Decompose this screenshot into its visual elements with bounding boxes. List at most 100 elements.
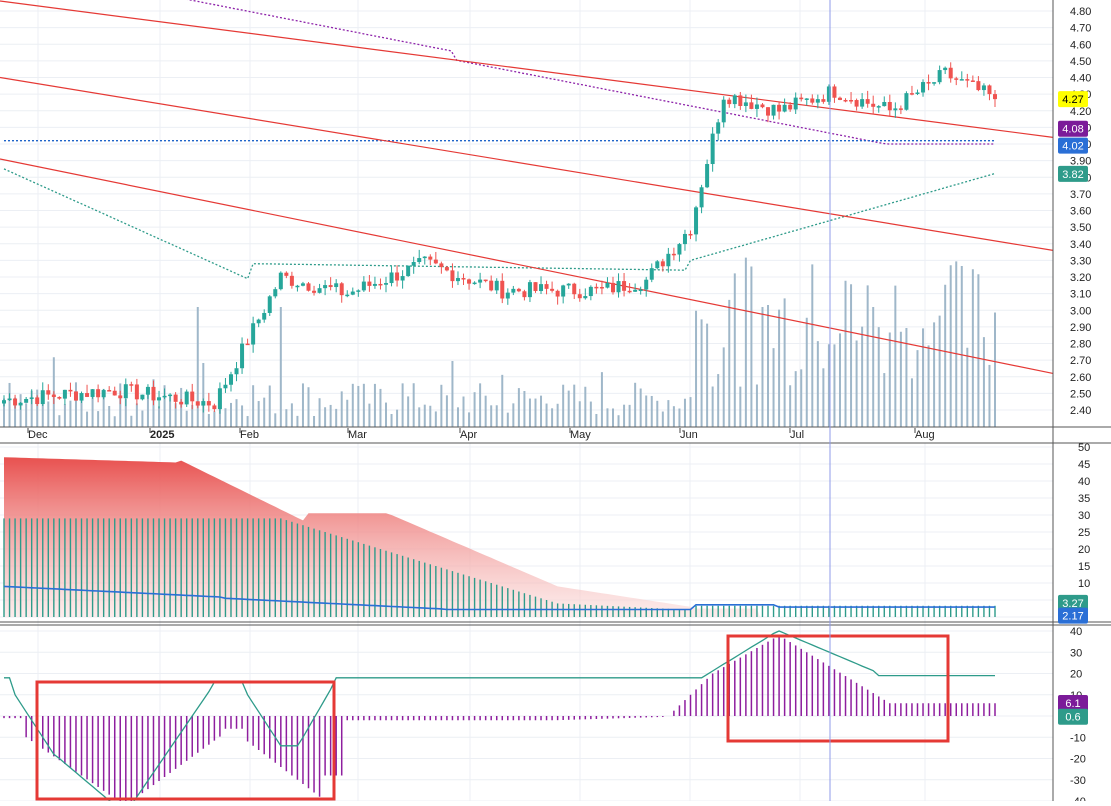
stock-chart-svg[interactable]: 2.40 2.50 2.60 2.70 2.80 2.90 3.00 3.10 3.20 3.30… bbox=[0, 0, 1111, 806]
candle-body bbox=[478, 279, 483, 283]
candle-body bbox=[727, 99, 732, 105]
candle-body bbox=[439, 263, 444, 268]
price-tick-label: 3.50 bbox=[1070, 222, 1091, 234]
candle-body bbox=[909, 93, 914, 95]
ind2-tag-2-label: 0.6 bbox=[1065, 712, 1080, 724]
price-tick-label: 2.50 bbox=[1070, 388, 1091, 400]
candle-body bbox=[865, 99, 870, 104]
candle-body bbox=[500, 280, 505, 299]
candle-body bbox=[140, 394, 145, 400]
ind2-tick-label: -30 bbox=[1070, 775, 1086, 787]
x-tick-label: Aug bbox=[915, 429, 935, 441]
candle-body bbox=[882, 102, 887, 107]
candle-body bbox=[350, 291, 355, 295]
candle-body bbox=[190, 391, 195, 402]
candle-body bbox=[699, 187, 704, 208]
candle-body bbox=[527, 282, 532, 298]
candle-body bbox=[35, 397, 40, 405]
candle-body bbox=[904, 93, 909, 110]
price-tick-label: 3.60 bbox=[1070, 206, 1091, 218]
candle-body bbox=[168, 394, 173, 397]
candle-body bbox=[644, 279, 649, 290]
candle-body bbox=[472, 282, 477, 285]
chart-canvas[interactable]: 2.40 2.50 2.60 2.70 2.80 2.90 3.00 3.10 3.20 3.30… bbox=[0, 0, 1111, 806]
candle-body bbox=[433, 259, 438, 264]
candle-body bbox=[915, 92, 920, 94]
candle-body bbox=[278, 272, 283, 290]
candle-body bbox=[788, 104, 793, 110]
candle-body bbox=[245, 343, 250, 346]
price-tick-label: 4.40 bbox=[1070, 73, 1091, 85]
teal-band bbox=[3, 168, 996, 280]
candle-body bbox=[849, 100, 854, 102]
ind1-tick-label: 50 bbox=[1078, 442, 1090, 454]
candle-body bbox=[195, 401, 200, 406]
candle-body bbox=[339, 283, 344, 296]
candle-body bbox=[837, 97, 842, 100]
candle-body bbox=[738, 95, 743, 106]
band-lines bbox=[3, 0, 996, 280]
candle-body bbox=[151, 386, 156, 401]
ind1-tick-label: 30 bbox=[1078, 510, 1090, 522]
x-tick-label: May bbox=[570, 429, 591, 441]
candle-body bbox=[760, 104, 765, 108]
candle-body bbox=[572, 283, 577, 295]
x-tick-label: Jul bbox=[790, 429, 804, 441]
ind1-tick-label: 20 bbox=[1078, 544, 1090, 556]
x-tick-label: Mar bbox=[348, 429, 367, 441]
candle-body bbox=[90, 389, 95, 397]
candle-body bbox=[24, 398, 29, 403]
candle-body bbox=[732, 95, 737, 105]
candle-body bbox=[561, 285, 566, 297]
candle-body bbox=[682, 233, 687, 245]
candle-body bbox=[312, 290, 317, 293]
candle-body bbox=[96, 389, 101, 398]
candle-body bbox=[173, 394, 178, 402]
candle-body bbox=[921, 82, 926, 93]
candle-body bbox=[2, 400, 6, 404]
candle-body bbox=[7, 398, 12, 401]
candle-body bbox=[799, 97, 804, 100]
candle-body bbox=[251, 323, 256, 345]
candle-body bbox=[306, 283, 311, 291]
candle-body bbox=[539, 284, 544, 292]
candle-body bbox=[522, 291, 527, 298]
candle-body bbox=[234, 368, 239, 375]
candle-body bbox=[444, 267, 449, 271]
candle-body bbox=[62, 389, 67, 399]
candle-body bbox=[273, 289, 278, 297]
candle-body bbox=[516, 288, 521, 292]
candle-body bbox=[267, 296, 272, 313]
candle-body bbox=[162, 395, 167, 398]
candle-body bbox=[605, 282, 610, 288]
candle-body bbox=[694, 207, 699, 235]
trend-line bbox=[0, 158, 1054, 375]
candle-body bbox=[300, 283, 305, 286]
volume-bars bbox=[3, 257, 996, 427]
price-tick-label: 4.20 bbox=[1070, 106, 1091, 118]
candle-body bbox=[57, 397, 62, 399]
ind2-tick-label: -20 bbox=[1070, 754, 1086, 766]
x-tick-label: Dec bbox=[28, 429, 48, 441]
candle-body bbox=[378, 283, 383, 286]
price-tick-label: 3.10 bbox=[1070, 289, 1091, 301]
candle-body bbox=[754, 104, 759, 109]
candle-body bbox=[129, 384, 134, 386]
candle-body bbox=[395, 272, 400, 281]
ind2-tag-1-label: 6.1 bbox=[1065, 698, 1080, 710]
candle-body bbox=[461, 278, 466, 280]
candle-body bbox=[323, 285, 328, 289]
candle-body bbox=[179, 401, 184, 405]
candle-body bbox=[810, 98, 815, 103]
price-tick-label: 3.20 bbox=[1070, 272, 1091, 284]
price-tick-label: 3.00 bbox=[1070, 305, 1091, 317]
ind2-tick-label: -40 bbox=[1070, 796, 1086, 801]
candle-body bbox=[871, 103, 876, 107]
candle-body bbox=[638, 289, 643, 292]
ind1-tick-label: 45 bbox=[1078, 459, 1090, 471]
candle-body bbox=[660, 261, 665, 267]
candle-body bbox=[422, 256, 427, 259]
candle-body bbox=[749, 102, 754, 109]
candle-body bbox=[85, 393, 90, 397]
candlesticks bbox=[2, 62, 997, 414]
